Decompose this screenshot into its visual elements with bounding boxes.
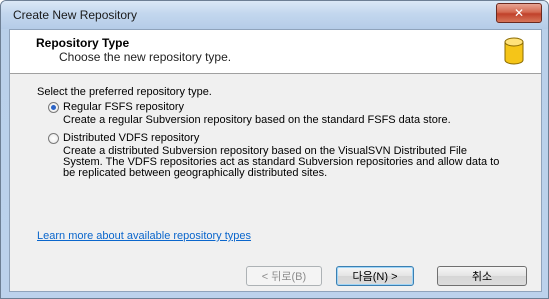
page-title: Repository Type <box>36 36 130 50</box>
option-label[interactable]: Distributed VDFS repository <box>63 132 199 144</box>
wizard-header: Repository Type Choose the new repositor… <box>10 30 541 74</box>
learn-more-link[interactable]: Learn more about available repository ty… <box>37 230 251 242</box>
option-label[interactable]: Regular FSFS repository <box>63 101 184 113</box>
database-icon <box>504 37 524 65</box>
dialog-window: Create New Repository ✕ Repository Type … <box>0 0 549 299</box>
option-description: Create a distributed Subversion reposito… <box>63 145 500 179</box>
radio-regular-fsfs[interactable] <box>48 102 59 113</box>
cancel-button[interactable]: 취소 <box>437 266 527 286</box>
radio-distributed-vdfs[interactable] <box>48 133 59 144</box>
page-subtitle: Choose the new repository type. <box>59 50 232 64</box>
title-bar[interactable]: Create New Repository ✕ <box>1 1 548 29</box>
option-description: Create a regular Subversion repository b… <box>63 114 451 126</box>
prompt-text: Select the preferred repository type. <box>37 86 212 98</box>
next-button[interactable]: 다음(N) > <box>336 266 414 286</box>
close-icon: ✕ <box>513 6 525 20</box>
back-button[interactable]: < 뒤로(B) <box>246 266 322 286</box>
close-button[interactable]: ✕ <box>496 3 542 23</box>
window-title: Create New Repository <box>13 8 138 22</box>
dialog-body: Repository Type Choose the new repositor… <box>9 29 542 292</box>
